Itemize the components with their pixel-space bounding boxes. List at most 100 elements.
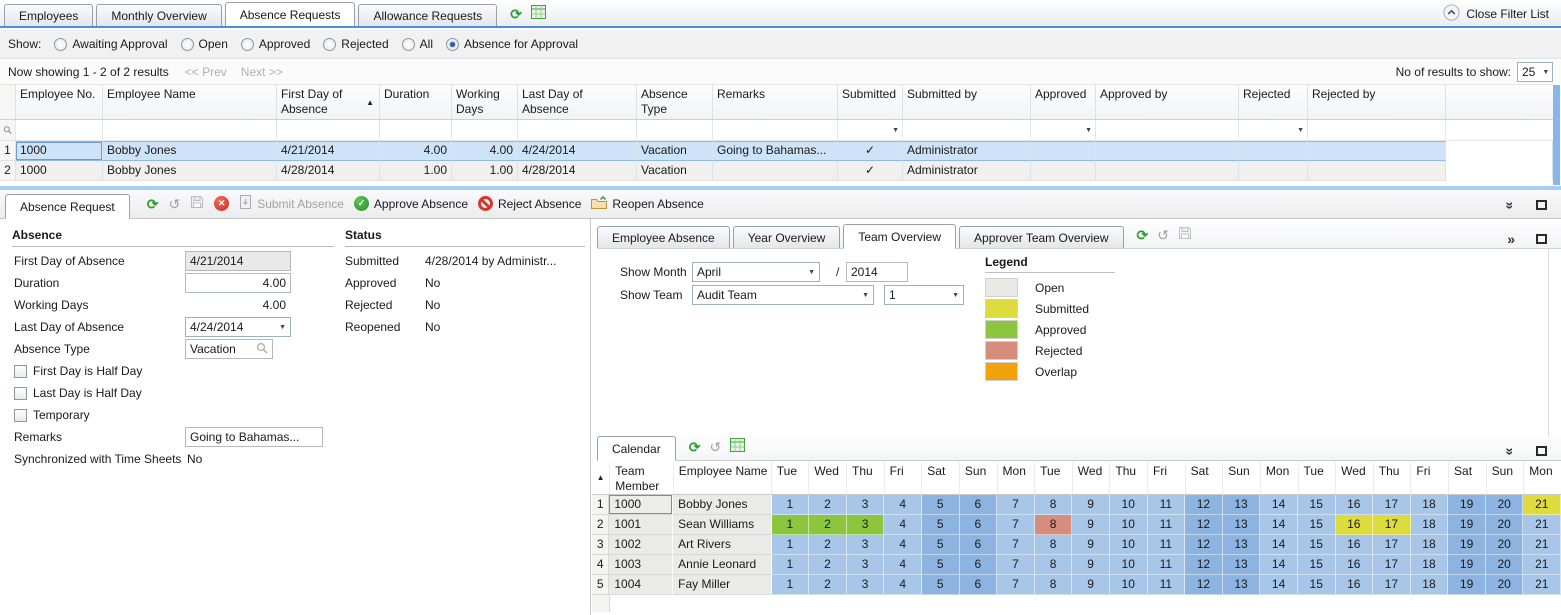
- tab-approver-team-overview[interactable]: Approver Team Overview: [959, 226, 1124, 248]
- filter-duration[interactable]: [380, 120, 452, 140]
- cal-day-cell[interactable]: 16: [1336, 555, 1374, 575]
- prev-button[interactable]: << Prev: [185, 65, 227, 79]
- checkbox-first-day-is-half-day[interactable]: First Day is Half Day: [12, 364, 142, 378]
- tab-year-overview[interactable]: Year Overview: [733, 226, 841, 248]
- cal-employee-name[interactable]: Bobby Jones: [673, 495, 771, 515]
- cal-day-cell[interactable]: 6: [960, 555, 998, 575]
- cal-day-cell[interactable]: 11: [1148, 495, 1186, 515]
- cal-day-cell[interactable]: 10: [1110, 555, 1148, 575]
- grid-col-last-day-of-absence[interactable]: Last Day of Absence: [518, 85, 637, 119]
- cell-last-day[interactable]: 4/28/2014: [518, 161, 637, 181]
- cell-rejected-by[interactable]: [1308, 161, 1446, 181]
- grid-col-submitted-by[interactable]: Submitted by: [903, 85, 1031, 119]
- cal-employee-name[interactable]: Sean Williams: [673, 515, 771, 535]
- cal-day-cell[interactable]: 20: [1486, 555, 1524, 575]
- cal-day-cell[interactable]: 4: [884, 495, 922, 515]
- cal-day-cell[interactable]: 19: [1448, 535, 1486, 555]
- cal-day-cell[interactable]: 14: [1260, 555, 1298, 575]
- cal-day-cell[interactable]: 11: [1148, 575, 1186, 595]
- grid-scrollbar[interactable]: [1553, 85, 1560, 185]
- cal-day-header-20[interactable]: Sun: [1486, 462, 1524, 494]
- field-duration[interactable]: 4.00: [185, 273, 291, 293]
- cal-day-cell[interactable]: 7: [997, 575, 1035, 595]
- cal-day-cell[interactable]: 12: [1185, 535, 1223, 555]
- cal-day-cell[interactable]: 1: [772, 535, 810, 555]
- filter-employee-no[interactable]: [16, 120, 103, 140]
- cell-approved-by[interactable]: [1096, 161, 1239, 181]
- cal-day-cell[interactable]: 14: [1260, 515, 1298, 535]
- filter-employee-name[interactable]: [103, 120, 277, 140]
- cal-day-cell[interactable]: 7: [997, 535, 1035, 555]
- undo-icon[interactable]: ↺: [1157, 228, 1169, 242]
- cal-day-cell[interactable]: 1: [772, 515, 810, 535]
- grid-col-employee-name[interactable]: Employee Name: [103, 85, 277, 119]
- cal-day-cell[interactable]: 16: [1336, 515, 1374, 535]
- cell-submitted[interactable]: ✓: [838, 161, 903, 181]
- cell-duration[interactable]: 4.00: [380, 141, 452, 161]
- grid-search-cell[interactable]: [0, 120, 16, 140]
- cal-day-header-13[interactable]: Sun: [1222, 462, 1260, 494]
- cell-submitted-by[interactable]: Administrator: [903, 141, 1031, 161]
- undo-icon[interactable]: ↺: [168, 197, 180, 211]
- calendar-row[interactable]: 21001Sean Williams1234567891011121314151…: [592, 515, 1561, 535]
- cal-day-cell[interactable]: 14: [1260, 575, 1298, 595]
- cal-day-cell[interactable]: 16: [1336, 535, 1374, 555]
- submit-absence-button[interactable]: Submit Absence: [239, 195, 344, 212]
- cell-rejected[interactable]: [1239, 161, 1308, 181]
- radio-approved[interactable]: Approved: [241, 37, 310, 51]
- cal-day-cell[interactable]: 12: [1185, 575, 1223, 595]
- cell-submitted[interactable]: ✓: [838, 141, 903, 161]
- cal-day-header-12[interactable]: Sat: [1185, 462, 1223, 494]
- cal-day-cell[interactable]: 19: [1448, 555, 1486, 575]
- radio-absence-for-approval[interactable]: Absence for Approval: [446, 37, 578, 51]
- chevrons-down-icon[interactable]: »: [1504, 448, 1518, 455]
- cal-day-cell[interactable]: 20: [1486, 515, 1524, 535]
- cal-day-header-5[interactable]: Sat: [921, 462, 959, 494]
- cal-day-header-16[interactable]: Wed: [1335, 462, 1373, 494]
- cell-first-day[interactable]: 4/21/2014: [277, 141, 380, 161]
- cal-day-cell[interactable]: 21: [1523, 555, 1561, 575]
- cal-day-cell[interactable]: 8: [1035, 535, 1073, 555]
- cal-day-header-15[interactable]: Tue: [1298, 462, 1336, 494]
- tab-employee-absence[interactable]: Employee Absence: [597, 226, 730, 248]
- cal-day-cell[interactable]: 10: [1110, 575, 1148, 595]
- cal-day-cell[interactable]: 9: [1072, 575, 1110, 595]
- cal-day-cell[interactable]: 7: [997, 555, 1035, 575]
- tab-absence-requests[interactable]: Absence Requests: [225, 2, 356, 26]
- cal-team-member[interactable]: 1002: [609, 535, 673, 555]
- cal-day-header-9[interactable]: Wed: [1072, 462, 1110, 494]
- grid-col-working-days[interactable]: Working Days: [452, 85, 518, 119]
- cal-day-cell[interactable]: 15: [1298, 555, 1336, 575]
- cal-day-cell[interactable]: 17: [1373, 575, 1411, 595]
- refresh-icon[interactable]: ⟳: [510, 7, 522, 21]
- cal-day-cell[interactable]: 15: [1298, 515, 1336, 535]
- cal-day-header-17[interactable]: Thu: [1373, 462, 1411, 494]
- cal-day-cell[interactable]: 3: [847, 535, 885, 555]
- grid-col-rejected[interactable]: Rejected: [1239, 85, 1308, 119]
- cal-day-header-21[interactable]: Mon: [1523, 462, 1561, 494]
- cal-day-cell[interactable]: 12: [1185, 515, 1223, 535]
- cal-team-member[interactable]: 1004: [609, 575, 673, 595]
- cal-day-cell[interactable]: 6: [960, 575, 998, 595]
- cal-day-header-8[interactable]: Tue: [1034, 462, 1072, 494]
- save-icon[interactable]: [190, 195, 204, 212]
- cell-employee-name[interactable]: Bobby Jones: [103, 161, 277, 181]
- cal-day-cell[interactable]: 11: [1148, 555, 1186, 575]
- tab-allowance-requests[interactable]: Allowance Requests: [358, 4, 497, 26]
- cal-day-cell[interactable]: 4: [884, 515, 922, 535]
- cal-day-cell[interactable]: 1: [772, 575, 810, 595]
- next-button[interactable]: Next >>: [241, 65, 283, 79]
- cal-day-header-14[interactable]: Mon: [1260, 462, 1298, 494]
- cal-day-cell[interactable]: 4: [884, 555, 922, 575]
- cal-day-cell[interactable]: 9: [1072, 495, 1110, 515]
- radio-open[interactable]: Open: [181, 37, 228, 51]
- chevrons-down-icon[interactable]: »: [1504, 202, 1518, 209]
- filter-first-day-of-absence[interactable]: [277, 120, 380, 140]
- radio-rejected[interactable]: Rejected: [323, 37, 388, 51]
- cal-day-cell[interactable]: 18: [1411, 535, 1449, 555]
- cal-day-cell[interactable]: 18: [1411, 495, 1449, 515]
- cell-rejected-by[interactable]: [1308, 141, 1446, 161]
- cal-day-header-7[interactable]: Mon: [997, 462, 1035, 494]
- cal-day-cell[interactable]: 13: [1223, 535, 1261, 555]
- cell-absence-type[interactable]: Vacation: [637, 141, 713, 161]
